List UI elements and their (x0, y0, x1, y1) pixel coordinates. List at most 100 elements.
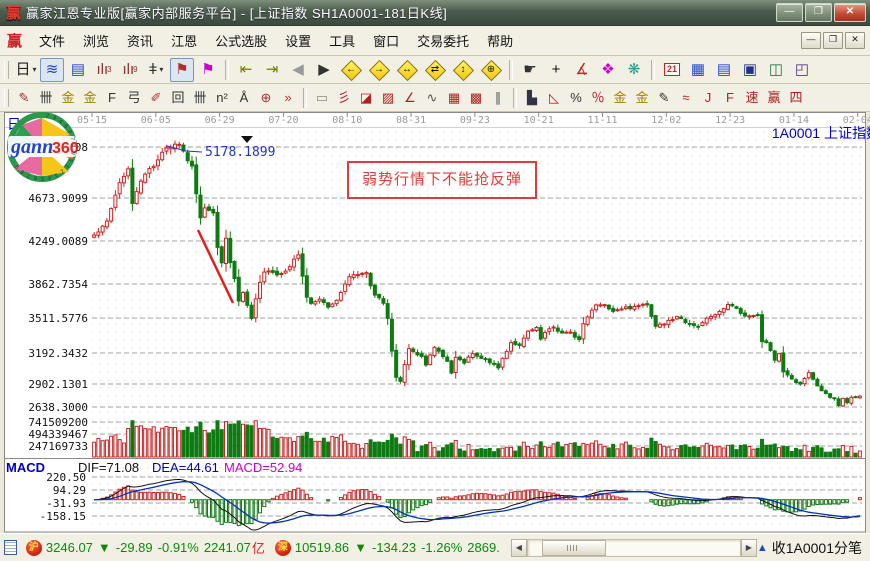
menu-item-3[interactable]: 资讯 (118, 30, 162, 53)
menu-item-6[interactable]: 设置 (276, 30, 320, 53)
tick-data-label[interactable]: 收1A0001分笔 (772, 538, 862, 558)
close-button[interactable]: ✕ (834, 3, 866, 22)
info-f10-button[interactable]: ▤ (66, 58, 90, 82)
time-cycle-button[interactable]: 回 (167, 86, 189, 110)
swap-view-button[interactable]: ⇄ (422, 58, 448, 82)
f-angle-button[interactable]: F (719, 86, 741, 110)
mdi-close-button[interactable]: ✕ (845, 32, 865, 49)
menu-item-9[interactable]: 交易委托 (408, 30, 478, 53)
magic-tool-button[interactable]: ❖ (596, 58, 620, 82)
calendar-button[interactable]: 21 (660, 58, 684, 82)
hash-lines-button[interactable]: 卌 (189, 86, 211, 110)
rect-tool-button[interactable]: ▭ (311, 86, 333, 110)
shade-box-button[interactable]: ▨ (377, 86, 399, 110)
menu-item-7[interactable]: 工具 (320, 30, 364, 53)
toolbar-separator (509, 60, 513, 80)
menu-item-8[interactable]: 窗口 (364, 30, 408, 53)
next-page-button[interactable]: ▶ (312, 58, 336, 82)
four-angle-button[interactable]: 四 (785, 86, 807, 110)
zoom-extent-button[interactable]: ↔ (394, 58, 420, 82)
volume-profile-button[interactable]: ▙ (521, 86, 543, 110)
save-button[interactable]: ▣ (738, 58, 762, 82)
menu-item-5[interactable]: 公式选股 (206, 30, 276, 53)
bars-3-button[interactable]: ılı3 (92, 58, 116, 82)
price-grid2-button[interactable]: ▩ (465, 86, 487, 110)
toolbar-grip[interactable] (4, 61, 9, 79)
parallel-lines-button[interactable]: ∥ (487, 86, 509, 110)
ink-brush-button[interactable]: ✎ (653, 86, 675, 110)
target-circle-button[interactable]: ⊕ (255, 86, 277, 110)
horizontal-scrollbar[interactable]: ◀ ▶ (511, 539, 757, 557)
more-tools-button[interactable]: » (277, 86, 299, 110)
svg-text:94.29: 94.29 (53, 484, 86, 497)
toolbar-grip[interactable] (4, 89, 9, 107)
zigzag-button[interactable]: ∿ (421, 86, 443, 110)
annotation-box[interactable]: 弱势行情下不能抢反弹 (347, 161, 537, 199)
bars-9-button[interactable]: ılı9 (118, 58, 142, 82)
maximize-button[interactable]: ❐ (805, 3, 832, 22)
fan-box-button[interactable]: ◪ (355, 86, 377, 110)
draw-brush-button[interactable]: ✎ (13, 86, 35, 110)
menu-item-10[interactable]: 帮助 (478, 30, 522, 53)
market-grid-icon[interactable] (4, 540, 17, 555)
macd-value: MACD=52.94 (224, 460, 302, 475)
prev-page-button[interactable]: ◀ (286, 58, 310, 82)
menu-item-1[interactable]: 文件 (30, 30, 74, 53)
shanghai-badge-icon[interactable]: 沪 (26, 540, 42, 556)
hand-tool-button[interactable]: ☛ (518, 58, 542, 82)
toolbar-separator (303, 88, 307, 108)
scroll-right-icon[interactable]: ▶ (741, 539, 757, 557)
win-angle-button[interactable]: 赢 (763, 86, 785, 110)
chart-style-button[interactable]: ≋ (40, 58, 64, 82)
candle-style-button[interactable]: ǂ▾ (144, 58, 168, 82)
full-view-button[interactable]: ⊕ (478, 58, 504, 82)
price-grid-button[interactable]: ▦ (443, 86, 465, 110)
fibo-f-button[interactable]: F (101, 86, 123, 110)
gold-ratio-b-button[interactable]: 金 (79, 86, 101, 110)
fan-lines-button[interactable]: 彡 (333, 86, 355, 110)
scrollbar-thumb[interactable] (542, 540, 606, 556)
speed-angle-button[interactable]: 速 (741, 86, 763, 110)
spiral-button[interactable]: 弓 (123, 86, 145, 110)
mdi-minimize-button[interactable]: — (801, 32, 821, 49)
color-sort-button[interactable]: ⚑ (196, 58, 220, 82)
crosshair-button[interactable]: + (544, 58, 568, 82)
angle-tool-button[interactable]: ∡ (570, 58, 594, 82)
svg-text:-158.15: -158.15 (40, 510, 86, 523)
expand-vert-button[interactable]: ↕ (450, 58, 476, 82)
menu-item-4[interactable]: 江恩 (162, 30, 206, 53)
shift-right-button[interactable]: → (366, 58, 392, 82)
wave-tool-button[interactable]: ≈ (675, 86, 697, 110)
scroll-left-icon[interactable]: ◀ (511, 539, 527, 557)
compass-a-button[interactable]: Å (233, 86, 255, 110)
gold-line-button[interactable]: 金 (631, 86, 653, 110)
export-web-button[interactable]: ◫ (764, 58, 788, 82)
notes-button[interactable]: ▤ (712, 58, 736, 82)
red-brush-button[interactable]: ✐ (145, 86, 167, 110)
percent-triangle-button[interactable]: ◺ (543, 86, 565, 110)
menu-item-2[interactable]: 浏览 (74, 30, 118, 53)
shift-left-button[interactable]: ← (338, 58, 364, 82)
export-pc-button[interactable]: ◰ (790, 58, 814, 82)
gold-circle-button[interactable]: 金 (609, 86, 631, 110)
mdi-restore-button[interactable]: ❐ (823, 32, 843, 49)
first-page-button[interactable]: ⇤ (234, 58, 258, 82)
sh-arrow-icon: ▼ (98, 540, 111, 555)
gann-grid-button[interactable]: 卌 (35, 86, 57, 110)
percent-button[interactable]: % (565, 86, 587, 110)
angle-line-button[interactable]: ∠ (399, 86, 421, 110)
calculator-button[interactable]: ▦ (686, 58, 710, 82)
percent-line-button[interactable]: ％ (587, 86, 609, 110)
minimize-button[interactable]: — (776, 3, 803, 22)
kline-period-button[interactable]: 日▾ (14, 58, 38, 82)
last-page-button[interactable]: ⇥ (260, 58, 284, 82)
gold-ratio-a-button[interactable]: 金 (57, 86, 79, 110)
shenzhen-badge-icon[interactable]: 深 (275, 540, 291, 556)
formula-flag-button[interactable]: ⚑ (170, 58, 194, 82)
gann-wheel-button[interactable]: ❋ (622, 58, 646, 82)
j-angle-button[interactable]: J (697, 86, 719, 110)
n-square-button[interactable]: n² (211, 86, 233, 110)
sz-amount-value: 2869. (467, 540, 500, 555)
status-bar: 沪 3246.07 ▼ -29.89 -0.91% 2241.07 亿 深 10… (0, 533, 870, 561)
scrollbar-track[interactable] (527, 539, 741, 557)
